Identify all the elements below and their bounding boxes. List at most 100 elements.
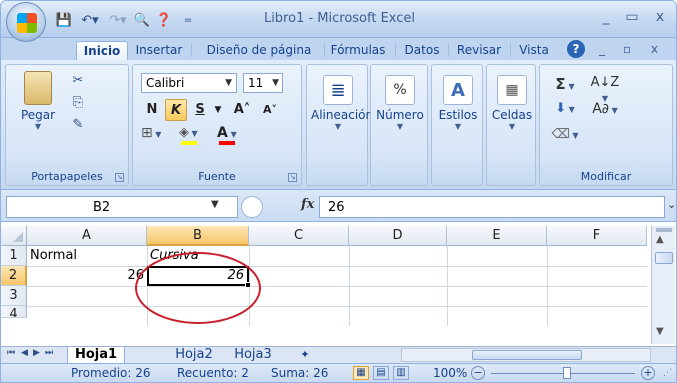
column-header-b[interactable]: B bbox=[147, 226, 249, 246]
last-sheet-icon[interactable]: ⏭ bbox=[45, 348, 53, 358]
number-button[interactable]: % Número ▼ bbox=[374, 75, 426, 131]
workbook-minimize-button[interactable]: _ bbox=[599, 42, 605, 56]
fill-button[interactable]: ⬇ ▼ bbox=[550, 101, 580, 116]
tab-insertar[interactable]: Insertar bbox=[131, 41, 187, 60]
resize-grip-icon[interactable]: ⋰ bbox=[663, 368, 672, 378]
name-box[interactable]: B2 ▼ bbox=[6, 196, 238, 218]
select-all-button[interactable] bbox=[1, 226, 27, 246]
cut-icon[interactable]: ✂ bbox=[70, 73, 86, 88]
status-sum: Suma: 26 bbox=[271, 366, 329, 380]
cells-button[interactable]: ▦ Celdas ▼ bbox=[489, 75, 535, 131]
tab-datos[interactable]: Datos bbox=[401, 41, 443, 60]
sheet-tab-hoja2[interactable]: Hoja2 bbox=[169, 347, 219, 364]
autosum-button[interactable]: Σ ▼ bbox=[550, 75, 580, 93]
formula-cancel-button[interactable] bbox=[241, 196, 263, 218]
clipboard-icon bbox=[24, 71, 52, 105]
workbook-close-button[interactable]: x bbox=[651, 42, 658, 56]
column-header-e[interactable]: E bbox=[447, 226, 547, 246]
insert-sheet-icon[interactable]: ✦ bbox=[295, 347, 315, 364]
formula-input[interactable]: 26 bbox=[319, 196, 665, 218]
chevron-down-icon[interactable]: ▼ bbox=[211, 199, 219, 210]
column-header-f[interactable]: F bbox=[547, 226, 647, 246]
vertical-scrollbar[interactable]: ▲ ▼ bbox=[651, 226, 675, 344]
tab-separator bbox=[191, 43, 192, 57]
worksheet-grid[interactable]: A B C D E F 1 2 3 4 Normal Cursiva 26 26… bbox=[0, 222, 677, 350]
column-header-a[interactable]: A bbox=[27, 226, 147, 246]
maximize-button[interactable]: ▭ bbox=[619, 9, 645, 29]
minimize-button[interactable]: _ bbox=[593, 9, 619, 29]
font-size-select[interactable]: 11 ▼ bbox=[243, 73, 283, 93]
next-sheet-icon[interactable]: ▶ bbox=[33, 348, 40, 358]
page-break-view-icon[interactable]: ▥ bbox=[393, 366, 409, 380]
cells-label: Celdas bbox=[491, 108, 533, 122]
dialog-launcher-icon[interactable]: ↘ bbox=[288, 173, 297, 182]
fill-color-button[interactable]: ◈ ▼ bbox=[179, 125, 211, 145]
zoom-in-button[interactable]: + bbox=[641, 366, 655, 380]
group-label-portapapeles: Portapapeles bbox=[31, 170, 103, 183]
workbook-restore-button[interactable]: ▫ bbox=[623, 42, 631, 56]
shrink-font-button[interactable]: A˅ bbox=[257, 99, 283, 121]
dialog-launcher-icon[interactable]: ↘ bbox=[115, 173, 124, 182]
first-sheet-icon[interactable]: ⏮ bbox=[7, 348, 15, 358]
scroll-thumb[interactable] bbox=[472, 350, 582, 360]
chevron-down-icon: ▼ bbox=[227, 130, 237, 139]
group-alineacion[interactable]: ≣ Alineación ▼ bbox=[306, 64, 373, 186]
tab-diseno-de-pagina[interactable]: Diseño de página bbox=[195, 41, 323, 60]
chevron-down-icon: ▼ bbox=[396, 122, 404, 131]
clear-button[interactable]: ⌫ ▼ bbox=[550, 127, 580, 142]
underline-button[interactable]: S bbox=[189, 99, 211, 121]
insert-function-icon[interactable]: fx bbox=[301, 197, 314, 212]
group-numero[interactable]: % Número ▼ bbox=[370, 64, 428, 186]
normal-view-icon[interactable]: ▦ bbox=[353, 366, 369, 380]
zoom-slider-thumb[interactable] bbox=[563, 367, 571, 379]
scroll-thumb[interactable] bbox=[655, 252, 673, 264]
font-name-select[interactable]: Calibri ▼ bbox=[141, 73, 237, 93]
row-header-4[interactable]: 4 bbox=[1, 306, 27, 318]
fill-down-icon: ⬇ bbox=[555, 101, 567, 116]
row-header-3[interactable]: 3 bbox=[1, 286, 27, 306]
grow-font-button[interactable]: A˄ bbox=[229, 99, 255, 121]
ribbon-help-icon[interactable]: ? bbox=[567, 40, 585, 58]
zoom-level[interactable]: 100% bbox=[433, 366, 467, 380]
previous-sheet-icon[interactable]: ◀ bbox=[21, 348, 28, 358]
horizontal-scrollbar[interactable] bbox=[401, 348, 651, 362]
styles-button[interactable]: A Estilos ▼ bbox=[435, 75, 481, 131]
tab-inicio[interactable]: Inicio bbox=[76, 41, 128, 60]
alignment-button[interactable]: ≣ Alineación ▼ bbox=[311, 75, 373, 131]
scroll-down-icon[interactable]: ▼ bbox=[656, 326, 664, 337]
group-estilos[interactable]: A Estilos ▼ bbox=[431, 64, 483, 186]
scroll-up-icon[interactable]: ▲ bbox=[656, 234, 664, 245]
cells-icon: ▦ bbox=[497, 75, 527, 105]
cell-a2[interactable]: 26 bbox=[27, 266, 147, 286]
office-button[interactable] bbox=[6, 2, 46, 42]
copy-icon[interactable]: ⎘ bbox=[70, 95, 86, 110]
find-select-button[interactable]: A∂ ▼ bbox=[588, 101, 622, 117]
chevron-down-icon[interactable]: ▼ bbox=[211, 99, 225, 121]
tab-formulas[interactable]: Fórmulas bbox=[327, 41, 389, 60]
expand-formula-bar-icon[interactable]: ⌄ bbox=[667, 198, 676, 211]
close-button[interactable]: x bbox=[647, 9, 673, 29]
column-header-d[interactable]: D bbox=[349, 226, 447, 246]
tab-revisar[interactable]: Revisar bbox=[453, 41, 505, 60]
split-handle[interactable] bbox=[656, 228, 672, 232]
zoom-out-button[interactable]: − bbox=[471, 366, 485, 380]
sheet-tab-hoja3[interactable]: Hoja3 bbox=[229, 347, 277, 364]
column-header-c[interactable]: C bbox=[249, 226, 349, 246]
group-celdas[interactable]: ▦ Celdas ▼ bbox=[486, 64, 536, 186]
percent-icon: % bbox=[385, 75, 415, 105]
paste-button[interactable]: Pegar ▼ bbox=[16, 71, 60, 131]
format-painter-icon[interactable]: ✎ bbox=[70, 117, 86, 132]
italic-button[interactable]: K bbox=[165, 99, 187, 121]
chevron-down-icon: ▼ bbox=[565, 82, 575, 91]
page-layout-view-icon[interactable]: ▤ bbox=[373, 366, 389, 380]
font-color-button[interactable]: A ▼ bbox=[217, 125, 253, 145]
tab-vista[interactable]: Vista bbox=[515, 41, 553, 60]
borders-button[interactable]: ⊞ ▼ bbox=[141, 125, 173, 145]
sheet-tab-hoja1[interactable]: Hoja1 bbox=[67, 347, 125, 364]
chevron-down-icon: ▼ bbox=[189, 129, 198, 138]
row-header-1[interactable]: 1 bbox=[1, 246, 27, 266]
cell-a1[interactable]: Normal bbox=[27, 246, 147, 266]
row-header-2[interactable]: 2 bbox=[1, 266, 27, 286]
bold-button[interactable]: N bbox=[141, 99, 163, 121]
sum-icon: Σ bbox=[555, 75, 566, 93]
